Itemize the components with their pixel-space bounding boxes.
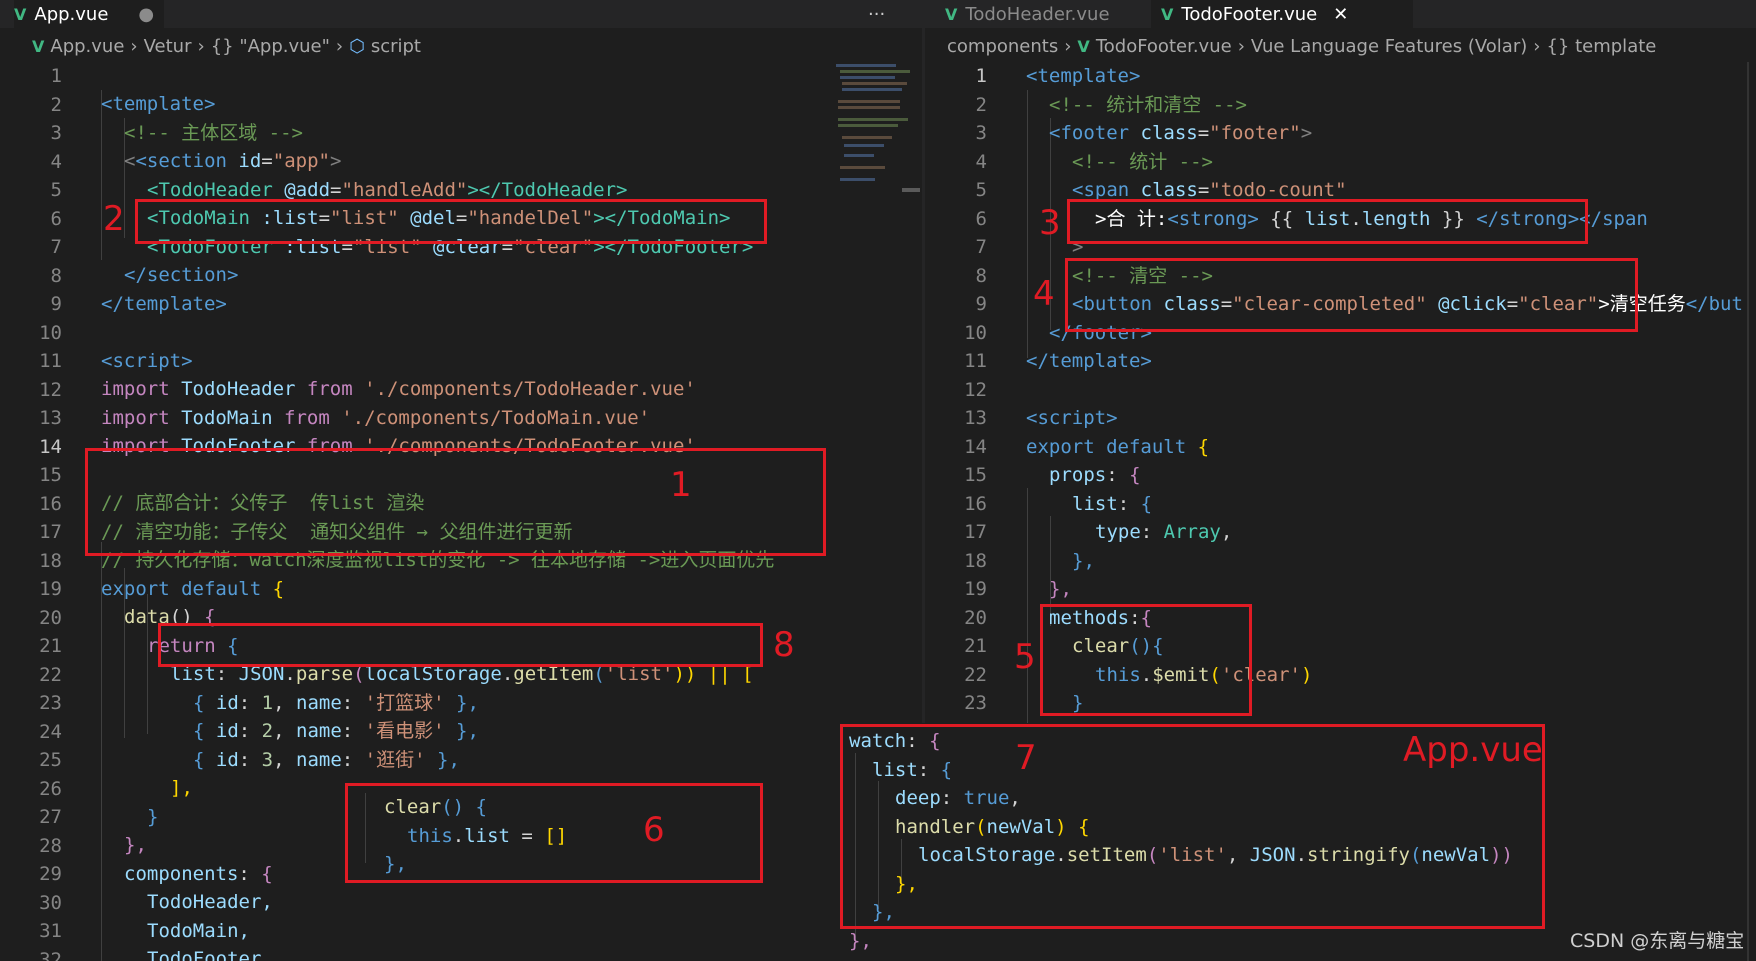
code-line: 2 <!-- 主体区域 -->: [50, 93, 303, 144]
code-line: 17 // 持久化存储：watch深度监视list的变化 -> 往本地存储 ->…: [39, 521, 775, 571]
unsaved-dot-icon[interactable]: ●: [138, 4, 154, 25]
breadcrumb-file[interactable]: TodoFooter.vue: [1096, 36, 1232, 57]
chevron-right-icon: ›: [197, 35, 205, 57]
app-vue-label: App.vue: [1403, 730, 1543, 770]
breadcrumb-section[interactable]: script: [371, 36, 421, 57]
code-line: 30 TodoMain,: [39, 891, 250, 942]
code-line: 10 <script>: [39, 321, 193, 372]
csdn-watermark: CSDN @东离与糖宝: [1570, 930, 1745, 952]
code-line: 12 import TodoMain from './components/To…: [39, 378, 651, 429]
code-line: 7 </section>: [50, 236, 239, 286]
vue-icon: V: [945, 4, 958, 24]
code-line: 13 import TodoFooter from './components/…: [39, 407, 696, 457]
breadcrumb-section[interactable]: {} template: [1546, 36, 1656, 57]
annotation-box-3: [1067, 199, 1588, 244]
code-line: 8 </template>: [50, 264, 227, 315]
breadcrumb-module[interactable]: {} "App.vue": [211, 36, 330, 57]
annotation-label-5: 5: [1014, 637, 1036, 677]
chevron-right-icon: ›: [1064, 35, 1072, 57]
breadcrumb-folder[interactable]: components: [947, 36, 1058, 57]
annotation-box-2: [135, 199, 767, 244]
breadcrumb-language[interactable]: Vetur: [144, 36, 192, 57]
annotation-box-5: [1040, 604, 1252, 716]
annotation-label-4: 4: [1033, 274, 1055, 314]
breadcrumb-language[interactable]: Vue Language Features (Volar): [1251, 36, 1527, 57]
code-line: 18 export default {: [39, 549, 285, 600]
vue-icon: V: [1077, 36, 1090, 56]
code-line: 6 <TodoFooter :list="list" @clear="clear…: [50, 207, 754, 258]
left-editor-pane: V App.vue ● ··· V App.vue › Vetur › {} "…: [0, 0, 922, 961]
annotation-label-2: 2: [103, 199, 125, 239]
annotation-box-8: [158, 623, 763, 667]
code-line: 23 { id: 2, name: '看电影' },: [39, 692, 479, 742]
annotation-box-6: [345, 783, 763, 883]
code-line: 21 list: JSON.parse(localStorage.getItem…: [39, 635, 754, 685]
tab-app-vue[interactable]: V App.vue ●: [14, 0, 164, 28]
chevron-right-icon: ›: [1533, 35, 1541, 57]
annotation-box-4: [1065, 258, 1638, 332]
code-line: 26 }: [39, 777, 159, 828]
vue-icon: V: [32, 36, 45, 56]
code-line: 27 },: [39, 806, 147, 856]
annotation-box-1: [85, 448, 826, 556]
code-line: 16 // 清空功能：子传父 通知父组件 → 父组件进行更新: [39, 492, 573, 543]
tab-label: TodoFooter.vue: [1181, 3, 1318, 25]
tab-label: TodoHeader.vue: [965, 3, 1110, 25]
code-line: 31 TodoFooter,: [39, 920, 273, 961]
annotation-label-8: 8: [773, 625, 795, 665]
vue-icon: V: [1161, 4, 1174, 24]
code-line: 11 import TodoHeader from './components/…: [39, 350, 696, 400]
chevron-right-icon: ›: [335, 35, 344, 57]
code-line: 4 <TodoHeader @add="handleAdd"></TodoHea…: [50, 150, 628, 201]
code-line: 20 return {: [39, 606, 239, 657]
annotation-label-3: 3: [1039, 203, 1061, 243]
chevron-right-icon: ›: [130, 35, 138, 57]
left-tab-bar: V App.vue ● ···: [0, 0, 922, 28]
code-line: 25 ],: [39, 749, 193, 799]
code-line: 1 <template>: [50, 65, 216, 115]
more-actions-icon: ···: [868, 3, 886, 25]
chevron-right-icon: ›: [1237, 35, 1245, 57]
code-line: 5 <TodoMain :list="list" @del="handelDel…: [50, 179, 731, 229]
breadcrumb: components › V TodoFooter.vue › Vue Lang…: [925, 28, 1756, 64]
tab-todofooter-vue[interactable]: V TodoFooter.vue ✕: [1151, 0, 1413, 28]
code-line: 19 data() {: [39, 578, 216, 628]
code-line: 28 components: {: [39, 834, 273, 885]
close-icon[interactable]: ✕: [1333, 4, 1348, 25]
annotation-label-7: 7: [1015, 738, 1037, 778]
breadcrumb-file[interactable]: App.vue: [50, 36, 124, 57]
code-line: 22 { id: 1, name: '打篮球' },: [39, 663, 479, 714]
code-line: 24 { id: 3, name: '逛街' },: [39, 720, 460, 771]
tab-label: App.vue: [34, 3, 109, 25]
more-actions-button[interactable]: ···: [868, 0, 908, 28]
breadcrumb: V App.vue › Vetur › {} "App.vue" › ⬡ scr…: [0, 28, 922, 64]
annotation-label-1: 1: [670, 465, 692, 505]
code-line: 29 TodoHeader,: [39, 863, 273, 913]
code-line: 3 <<section id="app">: [50, 122, 342, 172]
annotation-label-6: 6: [643, 810, 665, 850]
right-tab-bar: V TodoHeader.vue V TodoFooter.vue ✕: [925, 0, 1756, 28]
symbol-cube-icon: ⬡: [349, 35, 365, 57]
code-line: 32 }: [39, 948, 62, 961]
vue-icon: V: [14, 4, 27, 24]
code-line: 15 // 底部合计：父传子 传list 渲染: [39, 464, 425, 514]
tab-todoheader-vue[interactable]: V TodoHeader.vue: [945, 0, 1145, 28]
